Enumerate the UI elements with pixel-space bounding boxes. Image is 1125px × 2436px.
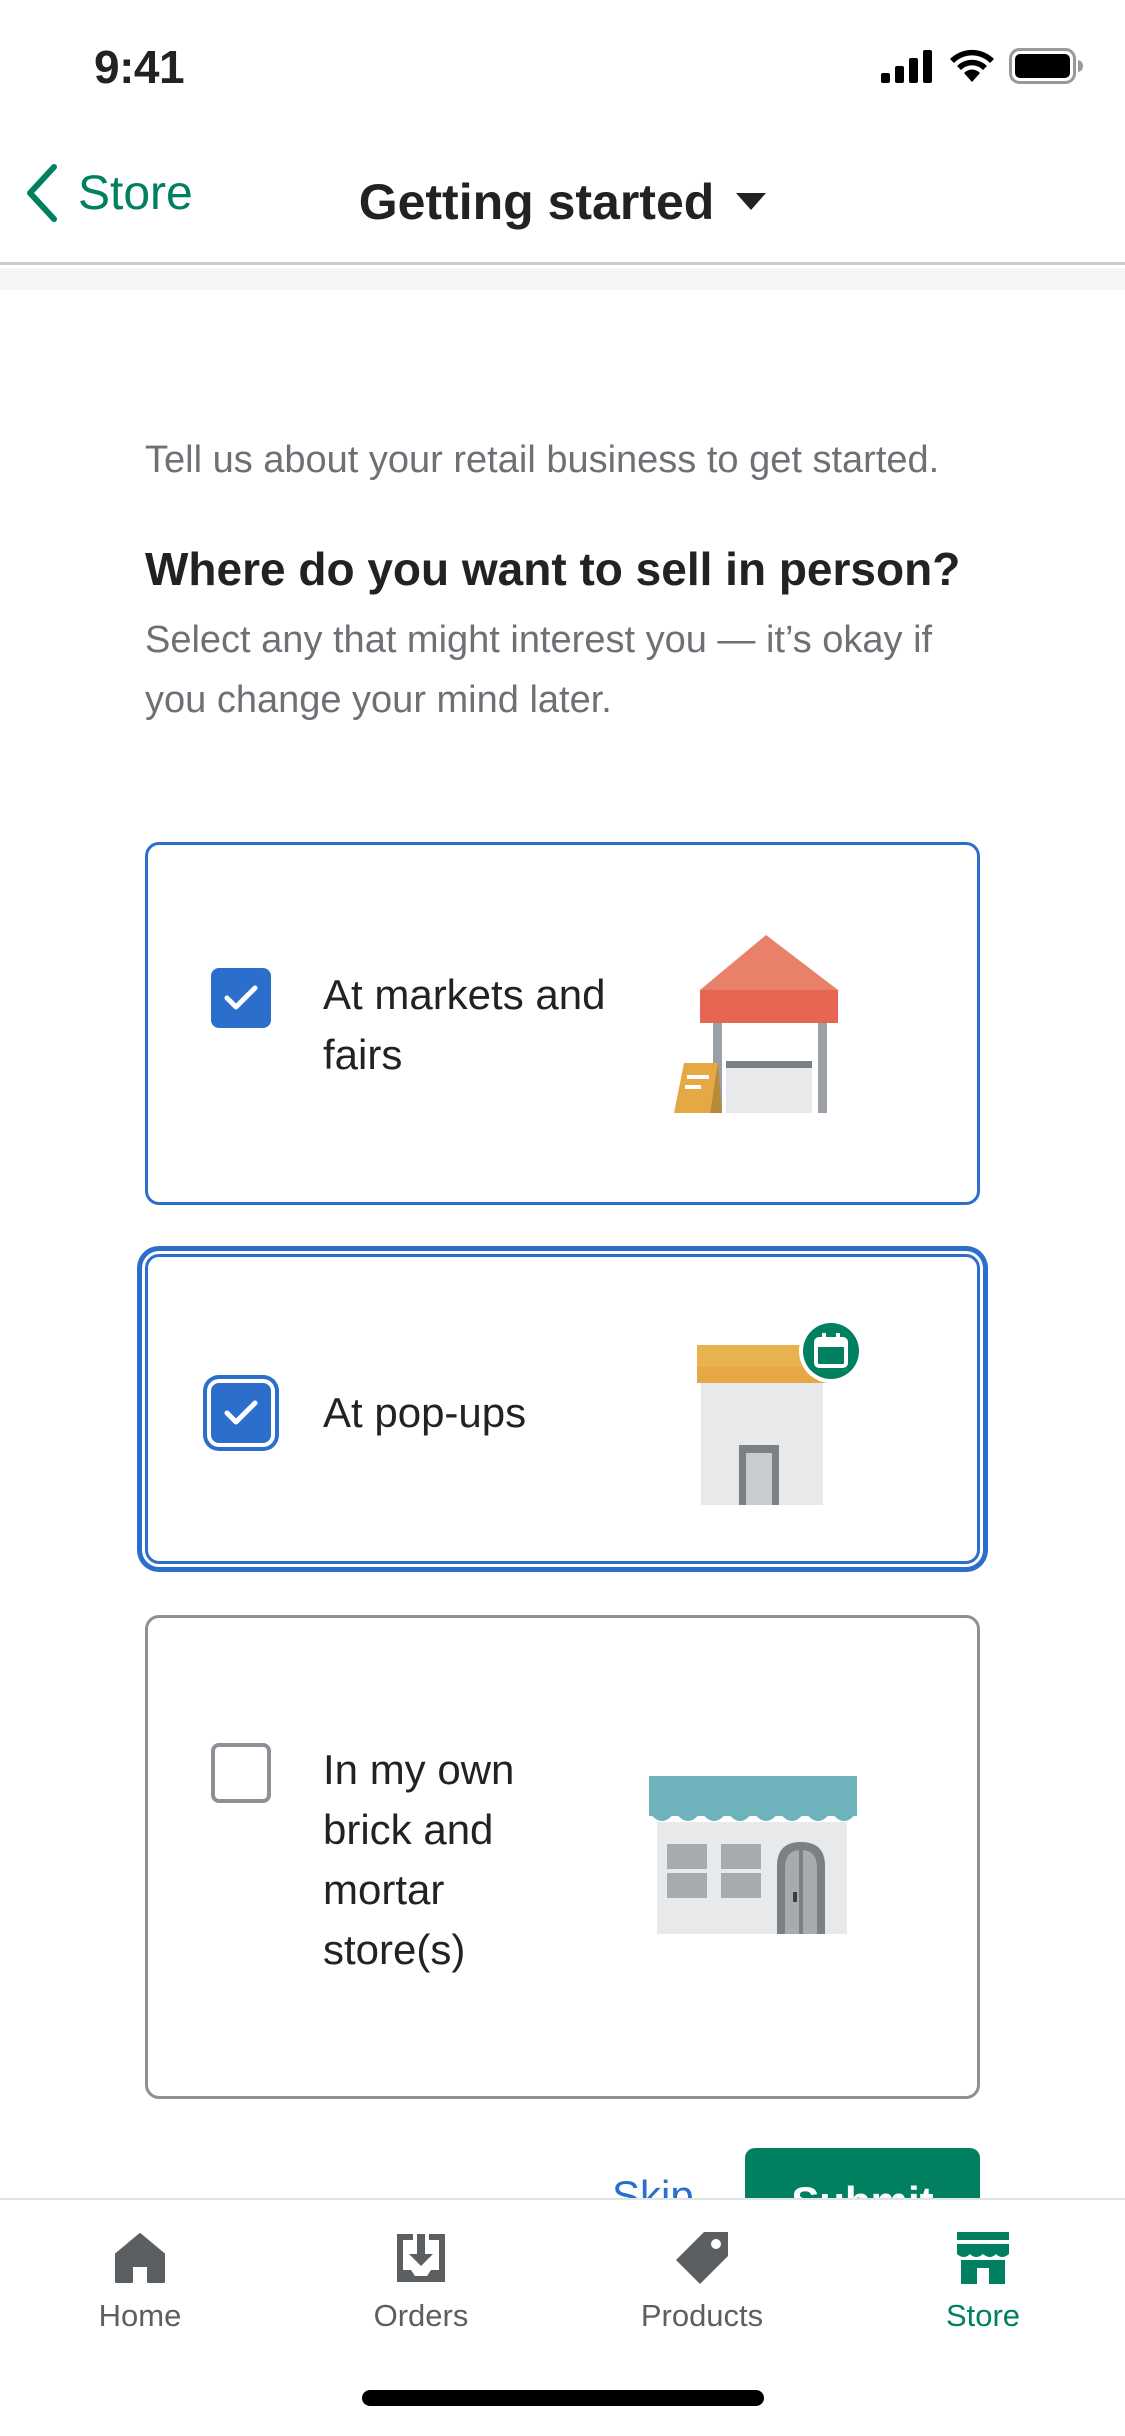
checkbox-brick-and-mortar[interactable] [211, 1743, 271, 1803]
option-label: At markets and fairs [323, 971, 606, 1078]
status-time: 9:41 [94, 41, 185, 93]
home-indicator [362, 2390, 764, 2406]
tag-icon [676, 2232, 728, 2284]
intro-text: Tell us about your retail business to ge… [145, 439, 940, 481]
popup-shop-icon [697, 1319, 863, 1505]
checkmark-icon [224, 1400, 258, 1425]
tab-store-label: Store [945, 2298, 1021, 2333]
page-title-dropdown[interactable]: Getting started [0, 173, 1125, 231]
store-icon [957, 2232, 1009, 2284]
checkmark-icon [224, 985, 258, 1010]
option-pop-ups[interactable]: At pop-ups [145, 1254, 980, 1564]
market-tent-icon [674, 935, 838, 1113]
storefront-icon [649, 1776, 857, 1934]
question-hint: Select any that might interest you — it’… [145, 619, 933, 721]
tab-orders-label: Orders [373, 2298, 469, 2333]
question-heading: Where do you want to sell in person? [145, 543, 961, 595]
checkbox-pop-ups[interactable] [211, 1383, 271, 1443]
wifi-icon [950, 49, 994, 82]
cellular-signal-icon [881, 50, 932, 83]
orders-icon [397, 2234, 445, 2282]
status-bar: 9:41 [0, 0, 1125, 135]
option-label: At pop-ups [323, 1389, 527, 1436]
battery-icon [1009, 48, 1083, 84]
checkbox-markets-and-fairs[interactable] [211, 968, 271, 1028]
page-title: Getting started [358, 174, 715, 230]
tab-home[interactable]: Home [30, 2230, 250, 2334]
caret-down-icon [736, 193, 767, 210]
tab-orders[interactable]: Orders [311, 2230, 531, 2334]
tab-home-label: Home [98, 2298, 182, 2333]
tab-products-label: Products [640, 2298, 764, 2333]
intro-section: Tell us about your retail business to ge… [145, 430, 980, 730]
nav-divider [0, 268, 1125, 290]
status-icons [881, 48, 1085, 84]
option-brick-and-mortar[interactable]: In my own brick and mortar store(s) [145, 1615, 980, 2099]
tab-store[interactable]: Store [873, 2230, 1093, 2334]
option-label: In my own brick and mortar store(s) [323, 1746, 515, 1973]
tab-products[interactable]: Products [592, 2230, 812, 2334]
home-icon [115, 2233, 165, 2283]
navigation-bar: Store Getting started [0, 135, 1125, 265]
option-markets-and-fairs[interactable]: At markets and fairs [145, 842, 980, 1205]
